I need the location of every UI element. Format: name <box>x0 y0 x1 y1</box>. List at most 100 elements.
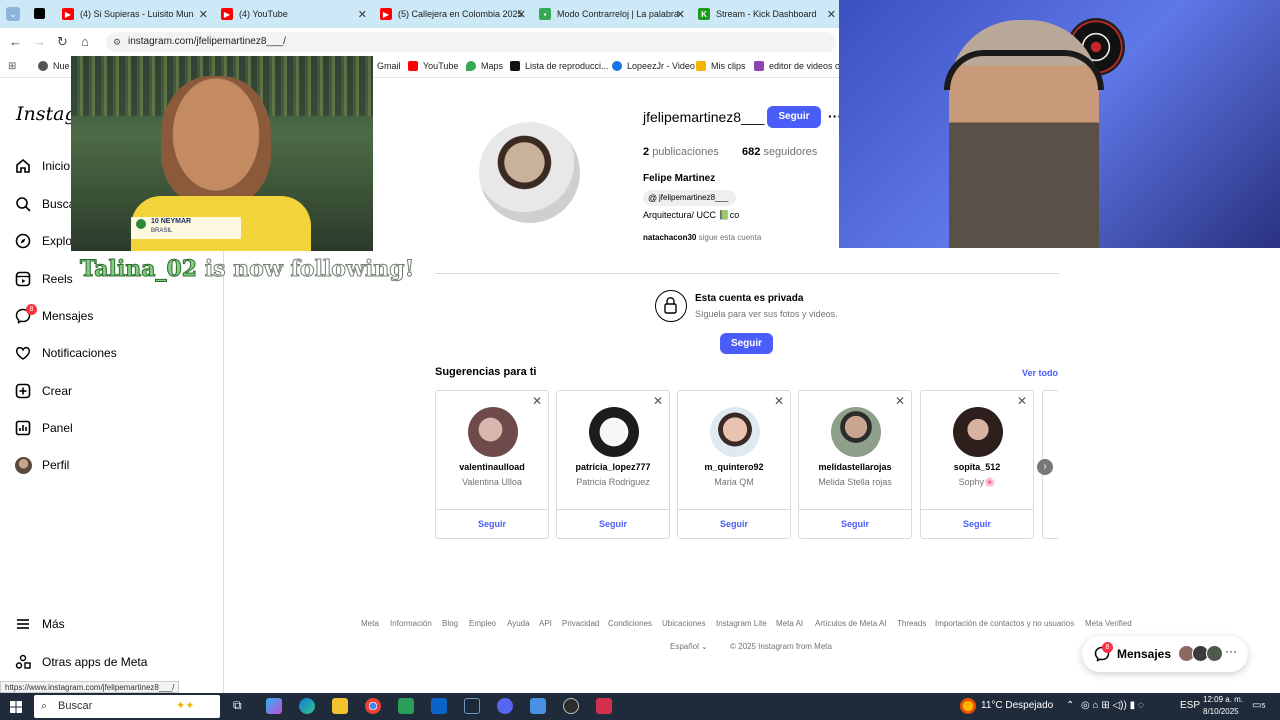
app-icon[interactable] <box>530 698 546 714</box>
follow-button[interactable]: Seguir <box>921 519 1033 529</box>
notifications-icon[interactable]: ▭5 <box>1252 700 1265 711</box>
tab-3[interactable]: ▶ (5) Callejera en Colombia 2025 ✕ <box>374 0 530 28</box>
clock-time[interactable]: 12:09 a. m. <box>1203 695 1243 704</box>
follow-button-private[interactable]: Seguir <box>720 333 773 354</box>
suggestion-card[interactable]: ✕ melidastellarojas Melida Stella rojas … <box>798 390 912 539</box>
avatar[interactable] <box>468 407 518 457</box>
followed-by[interactable]: natachacon30 sigue esta cuenta <box>643 233 761 242</box>
suggestion-card[interactable]: ✕ patricia_lopez777 Patricia Rodriguez S… <box>556 390 670 539</box>
footer-link[interactable]: Meta Verified <box>1085 619 1132 628</box>
suggestion-username[interactable]: melidastellarojas <box>799 462 911 472</box>
suggestion-username[interactable]: valentinaulload <box>436 462 548 472</box>
bookmark-editor[interactable]: editor de videos onl <box>754 61 847 71</box>
steam-icon[interactable] <box>464 698 480 714</box>
footer-link[interactable]: API <box>539 619 552 628</box>
chrome-icon[interactable] <box>365 698 381 714</box>
avatar[interactable] <box>710 407 760 457</box>
close-icon[interactable]: ✕ <box>199 8 208 21</box>
language-indicator[interactable]: ESP <box>1180 700 1200 711</box>
footer-link[interactable]: Empleo <box>469 619 496 628</box>
avatar[interactable] <box>953 407 1003 457</box>
obs-icon[interactable] <box>563 698 579 714</box>
bookmark-gmail[interactable]: Gmail <box>377 61 401 71</box>
outlook-icon[interactable] <box>431 698 447 714</box>
back-icon[interactable]: ← <box>9 34 22 49</box>
tray-icons[interactable]: ◎ ⌂ ⊞ ◁)) ▮ ◌ <box>1081 700 1144 711</box>
avatar[interactable] <box>589 407 639 457</box>
footer-link[interactable]: Privacidad <box>562 619 599 628</box>
windows-start-icon[interactable] <box>10 700 22 713</box>
sidebar-item-crear[interactable]: Crear <box>14 382 72 400</box>
footer-link[interactable]: Información <box>390 619 432 628</box>
follow-button[interactable]: Seguir <box>767 106 821 128</box>
sidebar-item-mas[interactable]: Más <box>14 615 65 633</box>
clock-date[interactable]: 8/10/2025 <box>1203 707 1239 716</box>
copilot-icon[interactable] <box>266 698 282 714</box>
follow-button[interactable]: Seguir <box>799 519 911 529</box>
suggestion-username[interactable]: m_quintero92 <box>678 462 790 472</box>
store-icon[interactable] <box>398 698 414 714</box>
footer-link[interactable]: Ubicaciones <box>662 619 706 628</box>
close-icon[interactable]: ✕ <box>676 8 685 21</box>
pinned-tab-icon[interactable] <box>34 8 45 19</box>
footer-link[interactable]: Blog <box>442 619 458 628</box>
file-explorer-icon[interactable] <box>332 698 348 714</box>
chevron-right-icon[interactable]: › <box>1037 459 1053 475</box>
suggestion-card[interactable]: ✕ m_quintero92 Maria QM Seguir <box>677 390 791 539</box>
avatar[interactable] <box>831 407 881 457</box>
language-select[interactable]: Español ⌄ <box>670 642 708 651</box>
profile-avatar[interactable] <box>479 122 580 223</box>
followers-count[interactable]: 682 seguidores <box>742 146 817 158</box>
bookmark-clips[interactable]: Mis clips <box>696 61 746 71</box>
tab-5[interactable]: K Stream - Kick Dashboard ✕ <box>692 0 840 28</box>
discord-icon[interactable] <box>497 698 513 714</box>
sidebar-item-notificaciones[interactable]: Notificaciones <box>14 344 117 362</box>
footer-link[interactable]: Condiciones <box>608 619 652 628</box>
footer-link[interactable]: Meta AI <box>776 619 803 628</box>
sidebar-item-meta-apps[interactable]: Otras apps de Meta <box>14 653 147 671</box>
sidebar-item-perfil[interactable]: Perfil <box>14 456 69 474</box>
footer-link[interactable]: Artículos de Meta AI <box>815 619 887 628</box>
tab-1[interactable]: ▶ (4) Si Supieras - Luisito Mun ✕ <box>56 0 212 28</box>
footer-link[interactable]: Instagram Lite <box>716 619 767 628</box>
sidebar-item-buscar[interactable]: Buscar <box>14 195 79 213</box>
sidebar-item-reels[interactable]: Reels <box>14 270 73 288</box>
suggestion-card[interactable]: ✕ valentinaulload Valentina Ulloa Seguir <box>435 390 549 539</box>
bookmark-playlist[interactable]: Lista de reproducci... <box>510 61 609 71</box>
close-icon[interactable]: ✕ <box>827 8 836 21</box>
forward-icon[interactable]: → <box>33 34 46 49</box>
edge-icon[interactable] <box>299 698 315 714</box>
taskbar-search-input[interactable]: ⌕ Buscar ✦✦ <box>34 695 220 718</box>
follow-button[interactable]: Seguir <box>436 519 548 529</box>
suggestion-username[interactable]: sopita_512 <box>921 462 1033 472</box>
task-view-icon[interactable]: ⧉ <box>233 698 249 714</box>
suggestion-card[interactable]: ✕ sopita_512 Sophy🌸 Seguir <box>920 390 1034 539</box>
weather-icon[interactable] <box>960 698 976 714</box>
tab-2[interactable]: ▶ (4) YouTube ✕ <box>215 0 371 28</box>
close-icon[interactable]: ✕ <box>532 394 542 408</box>
footer-link[interactable]: Threads <box>897 619 926 628</box>
home-icon[interactable]: ⌂ <box>81 34 89 49</box>
footer-link[interactable]: Ayuda <box>507 619 530 628</box>
see-all-link[interactable]: Ver todo <box>1022 368 1058 378</box>
footer-link[interactable]: Meta <box>361 619 379 628</box>
tab-4[interactable]: ▪ Modo Contrarreloj | La palabra ✕ <box>533 0 689 28</box>
footer-link[interactable]: Importación de contactos y no usuarios <box>935 619 1074 628</box>
weather-text[interactable]: 11°C Despejado <box>981 700 1053 711</box>
sidebar-item-inicio[interactable]: Inicio <box>14 157 70 175</box>
sidebar-item-panel[interactable]: Panel <box>14 419 73 437</box>
follow-button[interactable]: Seguir <box>557 519 669 529</box>
app-icon[interactable] <box>596 698 612 714</box>
close-icon[interactable]: ✕ <box>517 8 526 21</box>
follow-button[interactable]: Seguir <box>678 519 790 529</box>
close-icon[interactable]: ✕ <box>358 8 367 21</box>
bookmark-maps[interactable]: Maps <box>466 61 503 71</box>
close-icon[interactable]: ✕ <box>895 394 905 408</box>
url-input[interactable]: ⚙ instagram.com/jfelipemartinez8___/ <box>106 32 836 52</box>
bookmark-lopeezjr[interactable]: LopeezJr - Video <box>612 61 695 71</box>
site-info-icon[interactable]: ⚙ <box>113 32 121 52</box>
bookmark-1[interactable]: Nue <box>38 61 70 71</box>
tab-search-button[interactable]: ⌄ <box>6 7 20 21</box>
threads-link[interactable]: @ jfelipemartinez8___ <box>643 190 737 206</box>
suggestion-username[interactable]: patricia_lopez777 <box>557 462 669 472</box>
